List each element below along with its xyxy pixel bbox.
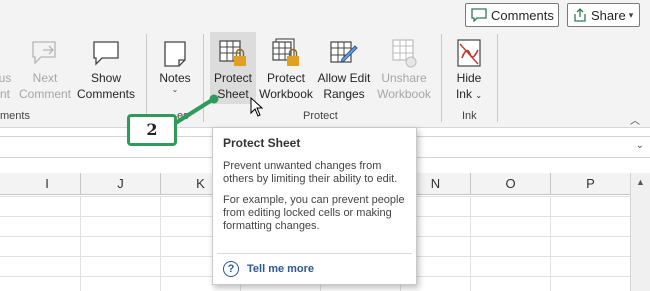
hide-ink-label-1: Hide — [456, 71, 482, 85]
expand-formula-bar-icon[interactable]: ⌄ — [636, 140, 644, 151]
tooltip-description: Prevent unwanted changes from others by … — [223, 160, 398, 185]
previous-comment-label-2: nt — [0, 87, 10, 101]
protect-workbook-label-1: Protect — [266, 71, 305, 85]
hide-ink-label-2: Ink ⌄ — [455, 87, 483, 101]
chevron-down-icon: ▾ — [628, 9, 634, 20]
unshare-workbook-icon — [388, 32, 420, 70]
hide-ink-icon — [454, 32, 484, 70]
show-comments-label-1: Show — [90, 71, 122, 85]
collapse-ribbon-icon[interactable]: ︿ — [630, 112, 640, 127]
protect-workbook-button[interactable]: Protect Workbook — [257, 32, 315, 104]
protect-workbook-icon — [270, 32, 302, 70]
grid-line — [80, 196, 81, 291]
tooltip-title: Protect Sheet — [223, 136, 301, 150]
share-button[interactable]: Share ▾ — [567, 3, 640, 27]
scroll-up-icon[interactable]: ▲ — [636, 177, 645, 187]
tooltip-divider — [217, 253, 412, 254]
allow-edit-ranges-label-2: Ranges — [323, 87, 365, 101]
previous-comment-label-1: us — [0, 71, 12, 85]
share-button-label: Share — [591, 7, 626, 23]
group-label-ink: Ink — [462, 110, 477, 122]
tooltip-example: For example, you can prevent people from… — [223, 194, 405, 232]
unshare-workbook-button[interactable]: Unshare Workbook — [374, 32, 434, 104]
allow-edit-ranges-button[interactable]: Allow Edit Ranges — [314, 32, 374, 104]
help-icon: ? — [223, 261, 239, 277]
column-header-j[interactable]: J — [80, 173, 160, 195]
hide-ink-button[interactable]: Hide Ink ⌄ — [448, 32, 490, 104]
protect-sheet-icon — [217, 32, 249, 70]
protect-sheet-label-1: Protect — [213, 71, 252, 85]
callout-arrow — [172, 94, 219, 126]
show-comments-icon — [90, 32, 122, 70]
unshare-workbook-label-2: Workbook — [377, 87, 431, 101]
mouse-cursor-icon — [250, 97, 264, 117]
tooltip: Protect Sheet Prevent unwanted changes f… — [212, 127, 417, 285]
unshare-workbook-label-1: Unshare — [381, 71, 427, 85]
next-comment-label-2: Comment — [18, 87, 71, 101]
ribbon: Comments Share ▾ us nt Next Comment Show… — [0, 0, 650, 128]
group-label-protect: Protect — [303, 110, 338, 122]
group-separator — [441, 34, 442, 122]
show-comments-label-2: Comments — [76, 87, 135, 101]
protect-workbook-label-2: Workbook — [259, 87, 313, 101]
allow-edit-ranges-label-1: Allow Edit — [317, 71, 371, 85]
protect-sheet-label-2: Sheet — [217, 87, 249, 101]
column-header-p[interactable]: P — [550, 173, 630, 195]
show-comments-button[interactable]: Show Comments — [76, 32, 136, 104]
next-comment-icon — [29, 32, 61, 70]
column-header-o[interactable]: O — [470, 173, 550, 195]
tell-me-more-label: Tell me more — [247, 263, 315, 275]
grid-line — [160, 196, 161, 291]
comments-button[interactable]: Comments — [465, 3, 559, 27]
next-comment-label-1: Next — [32, 71, 58, 85]
group-separator — [146, 34, 147, 122]
grid-line — [470, 196, 471, 291]
step-badge: 2 — [127, 114, 177, 146]
share-icon — [573, 8, 587, 22]
vertical-scrollbar[interactable]: ▲ — [630, 173, 650, 291]
previous-comment-button[interactable]: us nt — [0, 32, 14, 104]
next-comment-button[interactable]: Next Comment — [16, 32, 74, 104]
comment-icon — [471, 8, 487, 22]
group-label-comments: ments — [0, 110, 30, 122]
group-separator — [497, 34, 498, 122]
allow-edit-ranges-icon — [328, 32, 360, 70]
comments-button-label: Comments — [491, 7, 554, 23]
note-icon — [160, 32, 190, 70]
notes-label: Notes — [159, 71, 191, 85]
tell-me-more-link[interactable]: ? Tell me more — [223, 261, 314, 277]
column-header-i[interactable]: I — [0, 173, 80, 195]
grid-line — [550, 196, 551, 291]
chevron-down-icon: ⌄ — [171, 85, 179, 94]
